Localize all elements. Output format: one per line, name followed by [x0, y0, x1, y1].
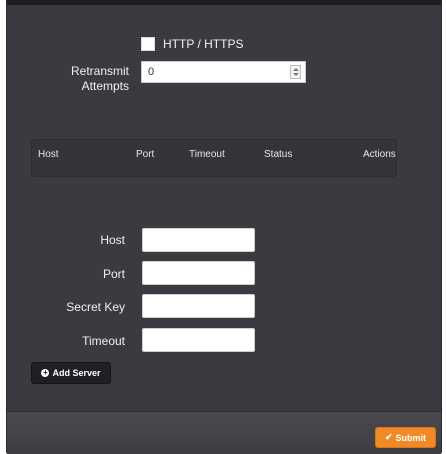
secret-key-label: Secret Key — [66, 300, 125, 314]
top-bar — [7, 0, 441, 5]
protocol-option[interactable]: HTTP / HTTPS — [141, 36, 243, 52]
servers-table: Host Port Timeout Status Actions — [31, 139, 397, 177]
timeout-input[interactable] — [142, 328, 255, 352]
spinner-arrows-icon[interactable] — [290, 65, 301, 79]
spinner-up-icon[interactable] — [293, 68, 299, 71]
retransmit-attempts-value[interactable]: 0 — [148, 66, 154, 78]
plus-circle-icon: + — [41, 368, 50, 377]
server-config-panel: HTTP / HTTPS Retransmit Attempts 0 Host … — [6, 0, 442, 454]
column-header-port: Port — [136, 149, 155, 160]
column-header-host: Host — [38, 149, 59, 160]
host-label: Host — [100, 233, 125, 247]
secret-key-input[interactable] — [142, 294, 255, 318]
http-https-label: HTTP / HTTPS — [163, 37, 244, 51]
column-header-actions: Actions — [363, 149, 396, 160]
retransmit-attempts-spinner[interactable]: 0 — [141, 61, 306, 83]
host-input[interactable] — [142, 228, 255, 252]
check-icon: ✔ — [384, 432, 393, 442]
retransmit-label-line2: Attempts — [81, 79, 129, 93]
port-label: Port — [102, 267, 125, 281]
port-input[interactable] — [142, 261, 255, 285]
http-https-checkbox[interactable] — [141, 37, 155, 51]
add-server-label: Add Server — [52, 368, 101, 378]
submit-label: Submit — [395, 432, 427, 443]
retransmit-label-line1: Retransmit — [70, 64, 129, 78]
retransmit-attempts-label: Retransmit Attempts — [53, 64, 129, 94]
timeout-label: Timeout — [82, 334, 125, 348]
spinner-down-icon[interactable] — [293, 73, 299, 76]
add-server-button[interactable]: + Add Server — [31, 362, 111, 384]
column-header-timeout: Timeout — [189, 149, 225, 160]
column-header-status: Status — [264, 149, 293, 160]
submit-button[interactable]: ✔ Submit — [375, 427, 436, 448]
